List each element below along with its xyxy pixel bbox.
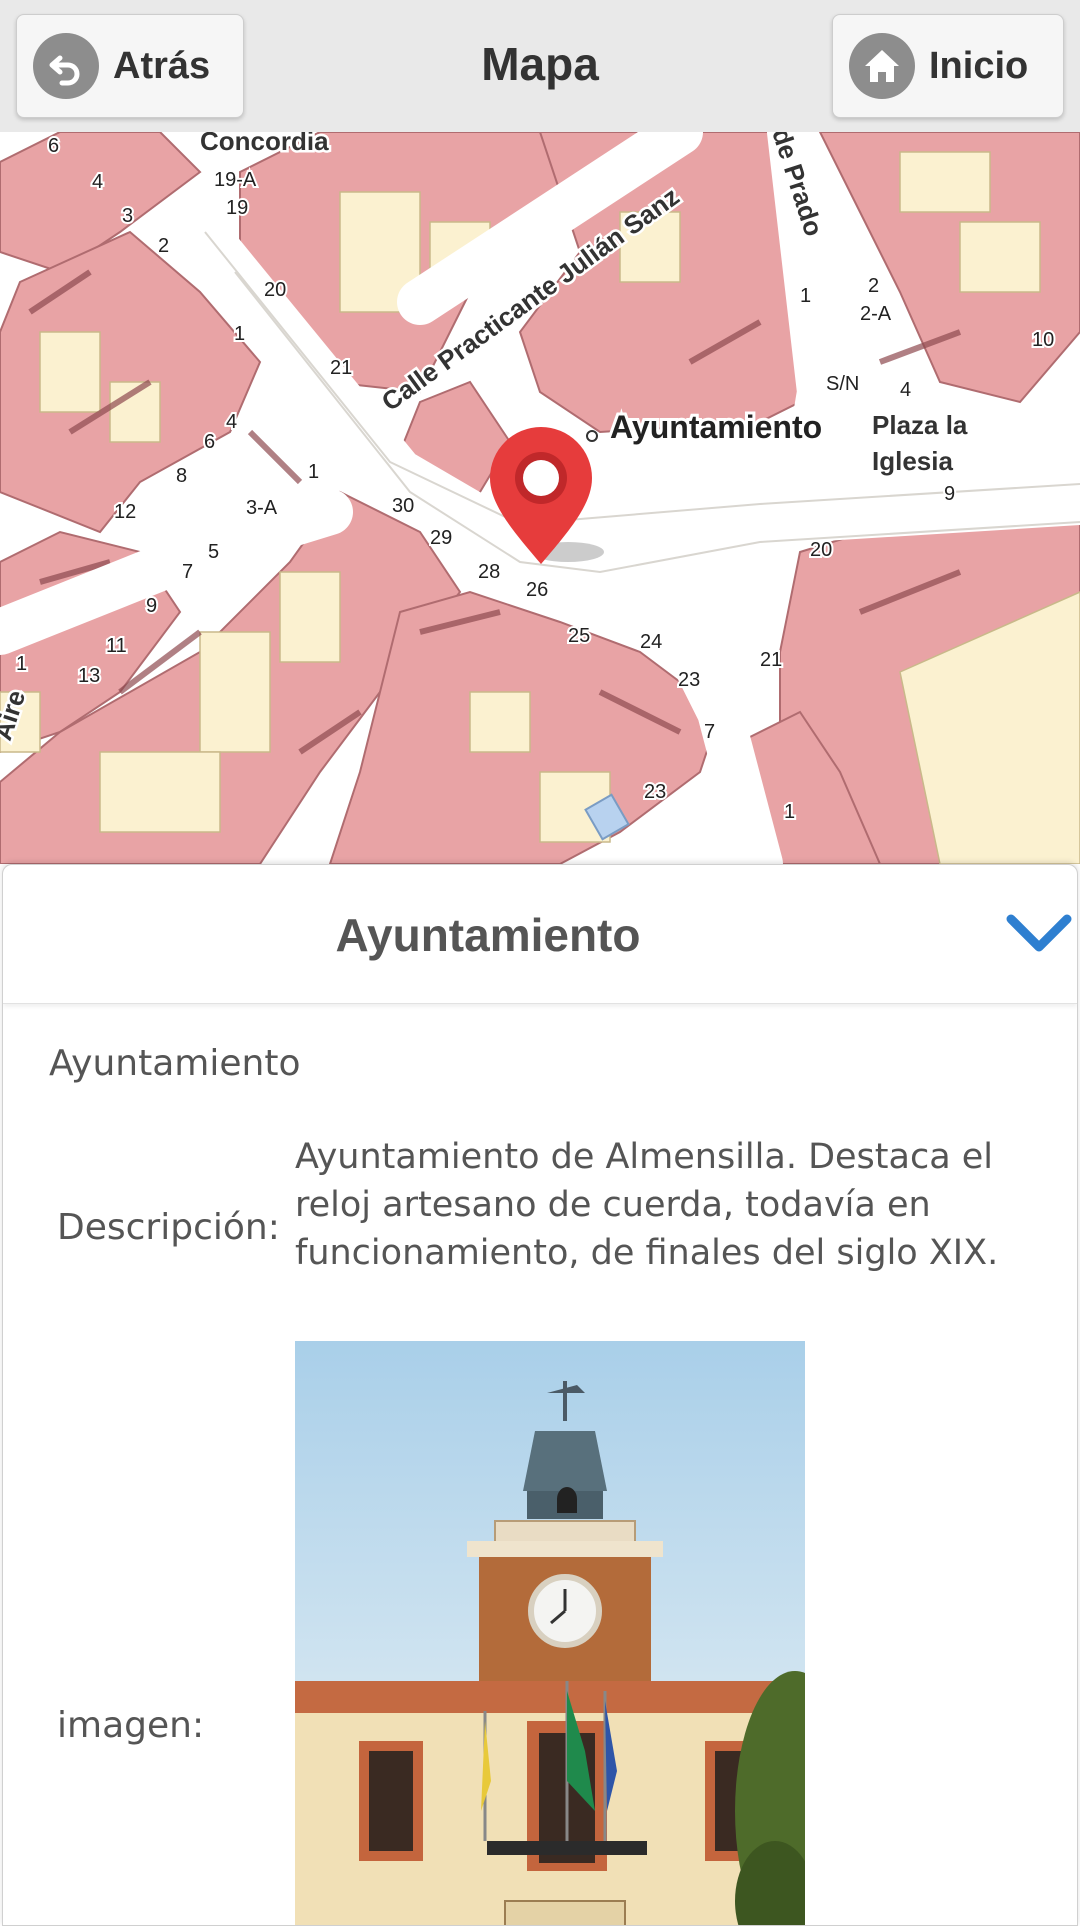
house-number: 2-A xyxy=(860,303,892,325)
marker-label: Ayuntamiento xyxy=(610,409,822,445)
house-number: S/N xyxy=(826,373,859,395)
house-number: 20 xyxy=(264,279,286,301)
house-number: 2 xyxy=(158,235,169,257)
house-number: 6 xyxy=(204,431,215,453)
image-label: imagen: xyxy=(57,1705,205,1746)
description-text: Ayuntamiento de Almensilla. Destaca el r… xyxy=(295,1137,999,1273)
house-number: 4 xyxy=(900,379,911,401)
description-label: Descripción: xyxy=(57,1207,280,1248)
house-number: 25 xyxy=(568,625,590,647)
house-number: 7 xyxy=(182,561,193,583)
info-panel: Ayuntamiento Ayuntamiento Descripción: A… xyxy=(2,864,1078,1926)
home-icon xyxy=(849,33,915,99)
house-number: 1 xyxy=(234,323,245,345)
back-button-label: Atrás xyxy=(113,44,211,87)
house-number: 28 xyxy=(478,561,500,583)
back-arrow-icon xyxy=(33,33,99,99)
street-label: Concordia xyxy=(200,132,329,156)
house-number: 4 xyxy=(226,411,237,433)
house-number: 2 xyxy=(868,275,879,297)
app-header: Atrás Mapa Inicio xyxy=(0,0,1080,133)
house-number: 1 xyxy=(784,801,795,823)
house-number: 11 xyxy=(106,635,127,657)
map-view[interactable]: Concordia Calle Practicante Julián Sanz … xyxy=(0,132,1080,864)
house-number: 7 xyxy=(704,721,715,743)
house-number: 29 xyxy=(430,527,452,549)
house-number: 21 xyxy=(760,649,782,671)
house-number: 20 xyxy=(810,539,832,561)
house-number: 19 xyxy=(226,197,248,219)
house-number: 3-A xyxy=(246,497,278,519)
house-number: 3 xyxy=(122,205,133,227)
house-number: 19-A xyxy=(214,169,257,191)
house-number: 9 xyxy=(146,595,157,617)
back-button[interactable]: Atrás xyxy=(16,14,244,118)
house-number: 30 xyxy=(392,495,414,517)
house-number: 12 xyxy=(114,501,136,523)
house-number: 1 xyxy=(308,461,319,483)
house-number: 21 xyxy=(330,357,352,379)
house-number: 8 xyxy=(176,465,187,487)
house-number: 6 xyxy=(48,135,59,157)
house-number: 4 xyxy=(92,171,103,193)
house-number: 10 xyxy=(1032,329,1054,351)
panel-header[interactable]: Ayuntamiento xyxy=(3,865,1077,1004)
house-number: 24 xyxy=(640,631,662,653)
street-label: Plaza la xyxy=(872,410,968,440)
home-button[interactable]: Inicio xyxy=(832,14,1064,118)
house-number: 26 xyxy=(526,579,548,601)
house-number: 9 xyxy=(944,483,955,505)
house-number: 1 xyxy=(800,285,811,307)
house-number: 23 xyxy=(644,781,666,803)
place-name: Ayuntamiento xyxy=(49,1043,301,1084)
panel-title: Ayuntamiento xyxy=(335,909,641,961)
home-button-label: Inicio xyxy=(929,44,1029,87)
street-label: Iglesia xyxy=(872,446,953,476)
house-number: 13 xyxy=(78,665,100,687)
chevron-down-icon[interactable] xyxy=(1005,911,1073,957)
house-number: 5 xyxy=(208,541,219,563)
house-number: 23 xyxy=(678,669,700,691)
house-number: 1 xyxy=(16,653,27,675)
town-hall-photo xyxy=(295,1341,805,1925)
